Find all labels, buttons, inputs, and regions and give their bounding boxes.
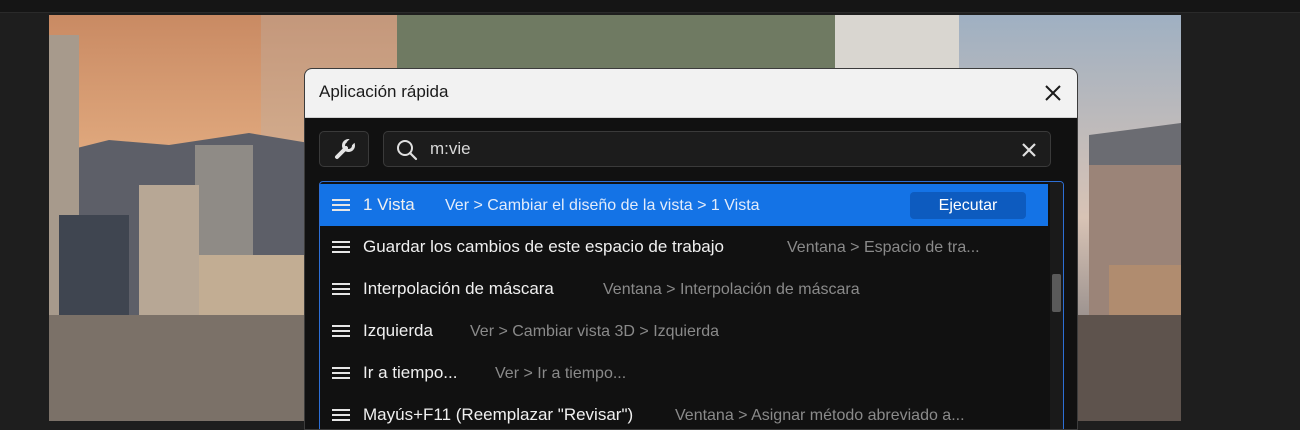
search-icon (397, 140, 418, 161)
result-row-guardar-cambios[interactable]: Guardar los cambios de este espacio de t… (320, 226, 1048, 268)
result-row-ir-a-tiempo[interactable]: Ir a tiempo... Ver > Ir a tiempo... (320, 352, 1048, 394)
dialog-title: Aplicación rápida (319, 82, 449, 101)
result-label: Ir a tiempo... (363, 363, 458, 382)
result-label: Izquierda (363, 321, 433, 340)
settings-tool-button[interactable] (319, 131, 369, 167)
wrench-icon (335, 137, 356, 159)
result-row-mayus-f11[interactable]: Mayús+F11 (Reemplazar "Revisar") Ventana… (320, 394, 1048, 429)
execute-button[interactable]: Ejecutar (910, 192, 1026, 219)
result-row-interpolacion-mascara[interactable]: Interpolación de máscara Ventana > Inter… (320, 268, 1048, 310)
quick-apply-dialog: Aplicación rápida 1 Vista Ver > Cambiar … (304, 68, 1078, 430)
result-path: Ventana > Espacio de tra... (787, 239, 980, 256)
menu-icon (332, 199, 350, 212)
result-label: Guardar los cambios de este espacio de t… (363, 237, 724, 256)
menu-icon (332, 409, 350, 422)
menu-icon (332, 367, 350, 380)
dialog-header: Aplicación rápida (305, 69, 1077, 118)
clear-icon[interactable] (1020, 141, 1038, 159)
result-path: Ver > Cambiar el diseño de la vista > 1 … (445, 197, 760, 214)
results-list: 1 Vista Ver > Cambiar el diseño de la vi… (319, 181, 1064, 429)
menu-icon (332, 241, 350, 254)
scrollbar-thumb[interactable] (1052, 274, 1061, 312)
search-box[interactable] (383, 131, 1051, 167)
result-path: Ver > Cambiar vista 3D > Izquierda (470, 323, 720, 340)
result-row-izquierda[interactable]: Izquierda Ver > Cambiar vista 3D > Izqui… (320, 310, 1048, 352)
result-label: Interpolación de máscara (363, 279, 554, 298)
search-input[interactable] (430, 138, 990, 160)
result-path: Ventana > Interpolación de máscara (603, 281, 860, 298)
result-row-1-vista[interactable]: 1 Vista Ver > Cambiar el diseño de la vi… (320, 184, 1048, 226)
result-label: 1 Vista (363, 195, 415, 214)
app-top-bar (0, 0, 1300, 13)
result-path: Ventana > Asignar método abreviado a... (675, 407, 965, 424)
results-scrollbar[interactable] (1050, 182, 1063, 429)
menu-icon (332, 325, 350, 338)
result-path: Ver > Ir a tiempo... (495, 365, 627, 382)
result-label: Mayús+F11 (Reemplazar "Revisar") (363, 405, 634, 424)
close-icon[interactable] (1041, 81, 1065, 105)
menu-icon (332, 283, 350, 296)
